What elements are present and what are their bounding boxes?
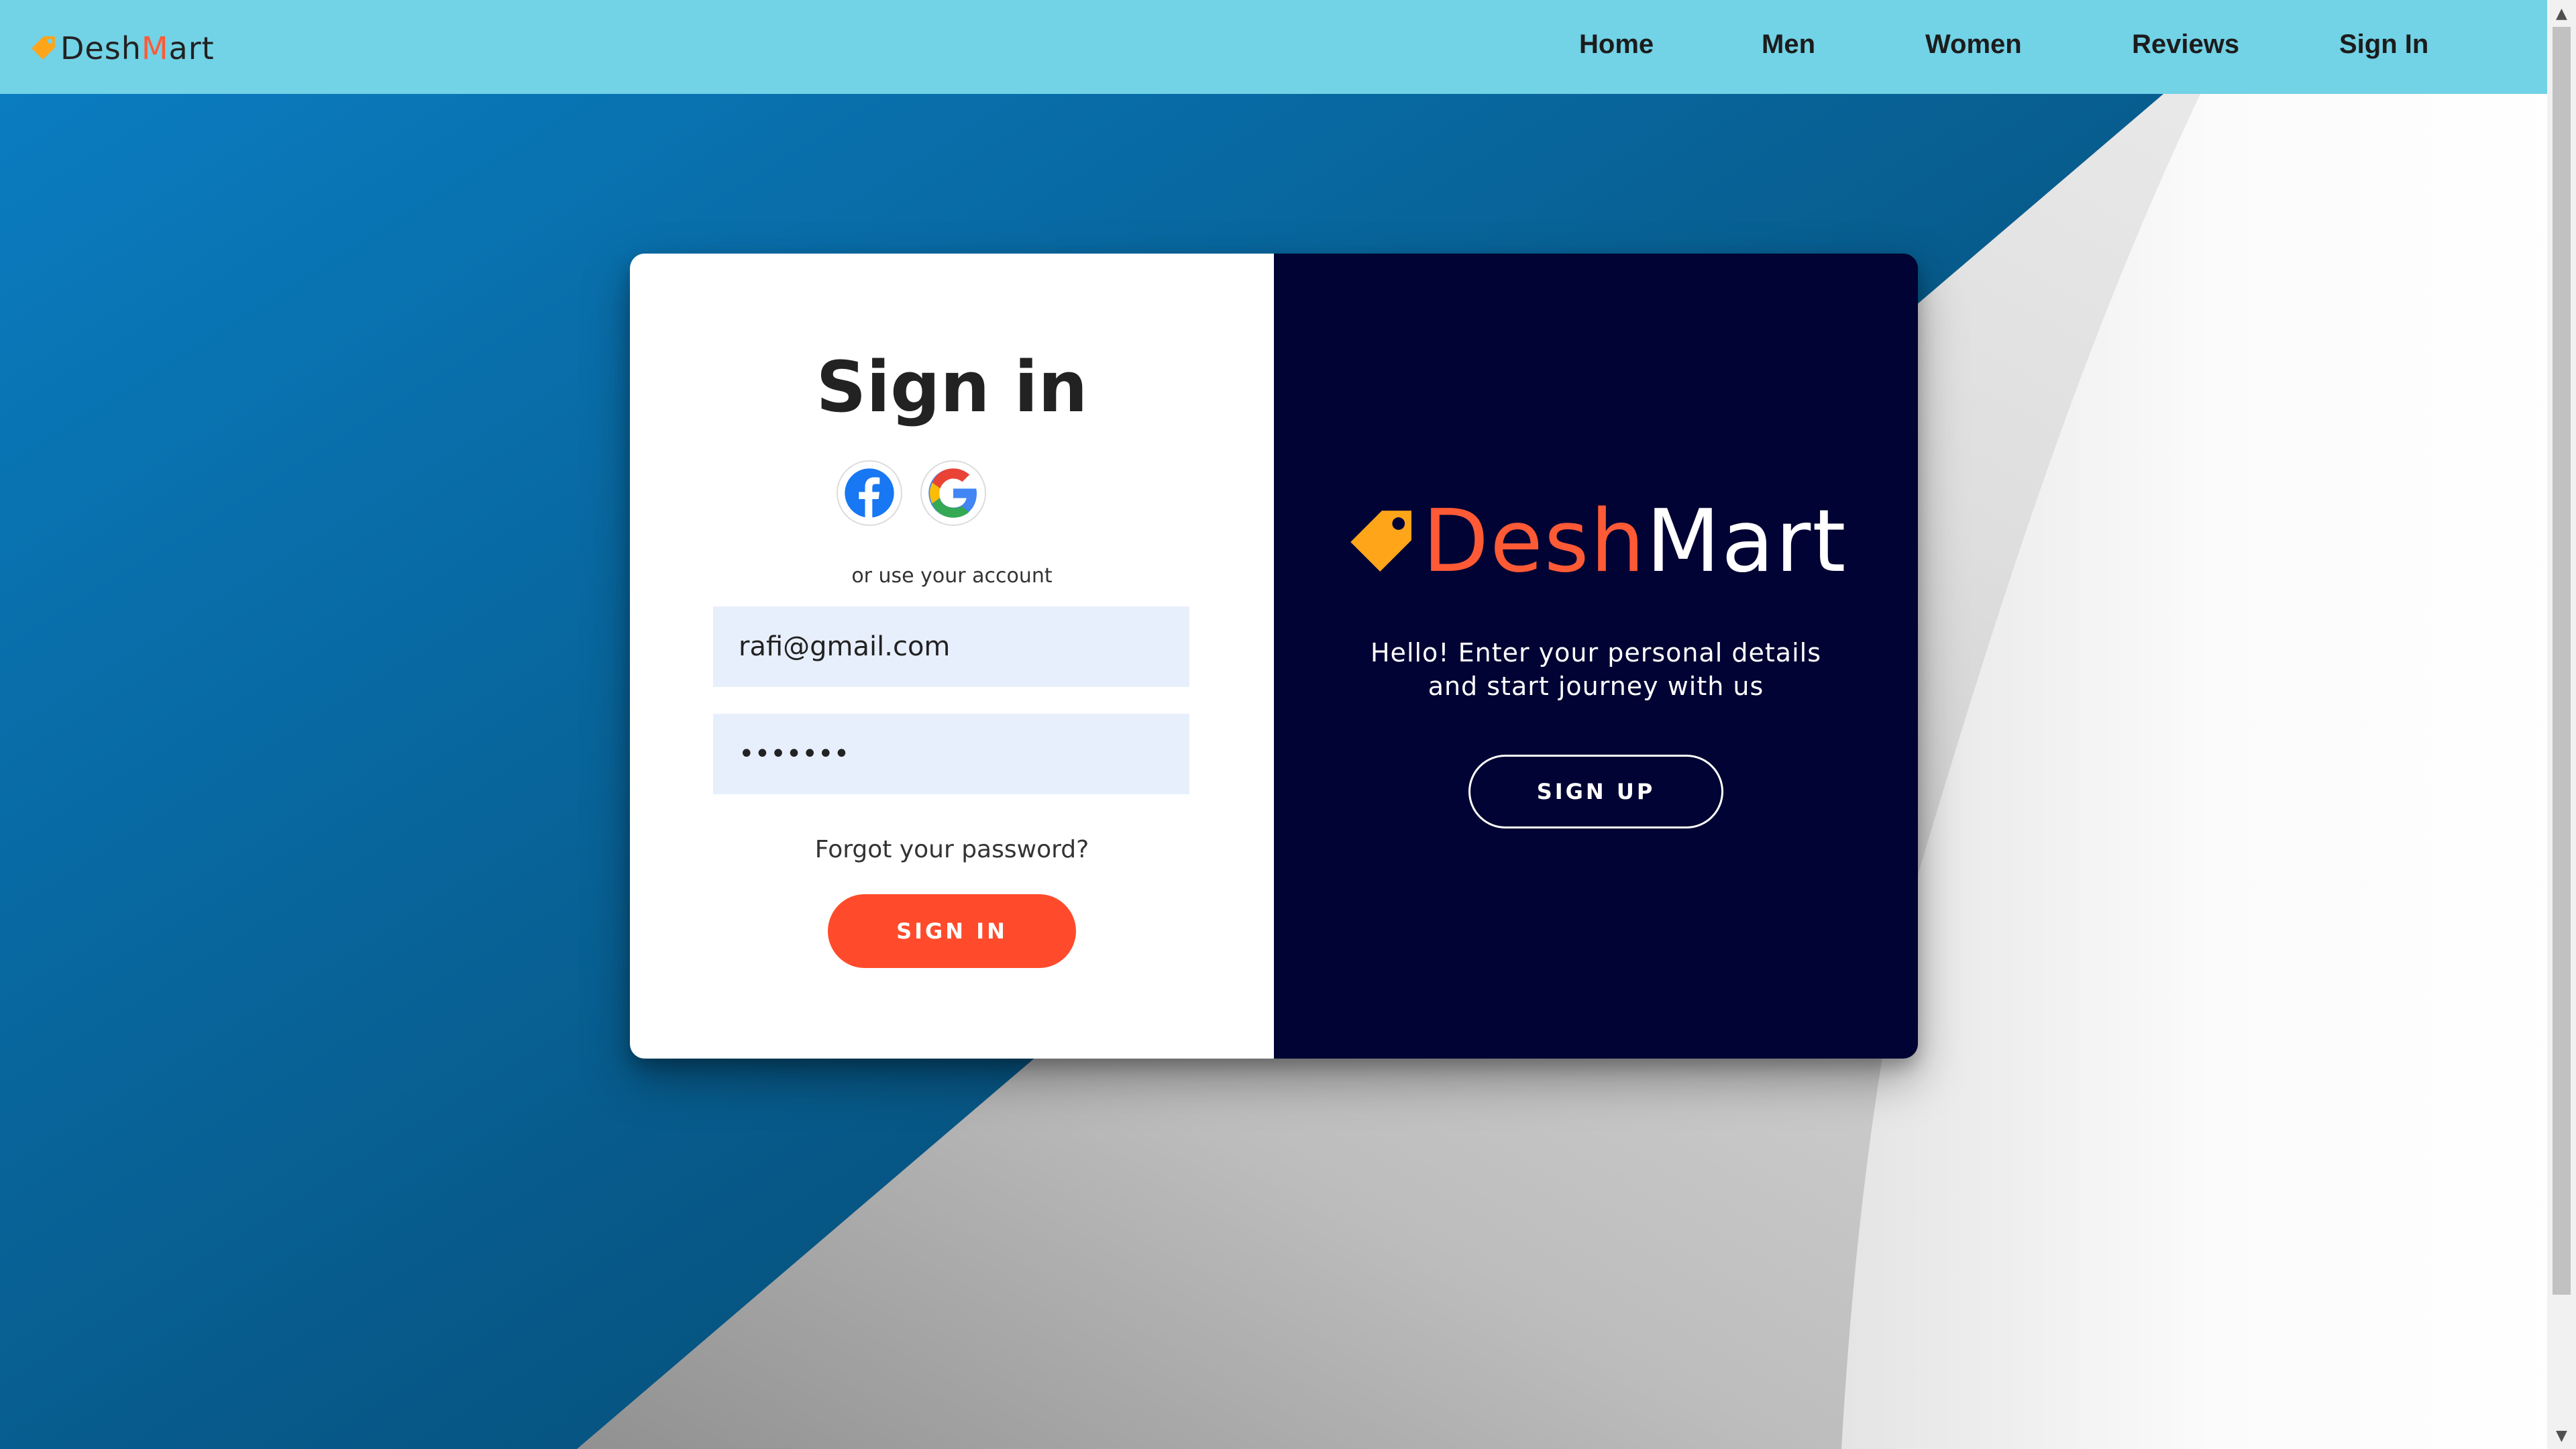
scroll-down-icon[interactable]: ▼ (2547, 1422, 2576, 1449)
welcome-tagline: Hello! Enter your personal details and s… (1370, 638, 1821, 701)
forgot-password-link[interactable]: Forgot your password? (630, 836, 1274, 863)
logo-text: DeshMart (60, 30, 215, 66)
sign-in-panel: Sign in or use your account Forgot your … (630, 254, 1274, 1059)
nav-sign-in[interactable]: Sign In (2339, 30, 2428, 60)
sign-in-button[interactable]: SIGN IN (828, 894, 1076, 968)
password-field[interactable] (713, 714, 1189, 794)
price-tag-icon (32, 36, 55, 60)
sign-in-title: Sign in (816, 346, 1088, 428)
sign-up-overlay-panel: DeshMart Hello! Enter your personal deta… (1274, 254, 1918, 1059)
facebook-button[interactable] (837, 460, 902, 526)
nav-men[interactable]: Men (1762, 30, 1815, 60)
nav-home[interactable]: Home (1579, 30, 1654, 60)
nav-reviews[interactable]: Reviews (2132, 30, 2239, 60)
email-field[interactable] (713, 606, 1189, 687)
scroll-up-icon[interactable]: ▲ (2547, 0, 2576, 27)
site-logo[interactable]: DeshMart (30, 30, 215, 67)
nav-women[interactable]: Women (1925, 30, 2022, 60)
google-icon (928, 468, 977, 518)
brand-logo: DeshMart (1274, 492, 1918, 592)
top-navbar: DeshMart Home Men Women Reviews Sign In (0, 0, 2547, 94)
facebook-icon (845, 468, 894, 518)
google-button[interactable] (920, 460, 986, 526)
vertical-scrollbar[interactable]: ▲ ▼ (2547, 0, 2576, 1449)
auth-card: Sign in or use your account Forgot your … (630, 254, 1918, 1059)
scrollbar-thumb[interactable] (2553, 27, 2571, 1295)
brand-text: DeshMart (1422, 492, 1847, 592)
price-tag-icon (1350, 510, 1411, 572)
or-use-account-text: or use your account (851, 564, 1053, 588)
sign-up-button[interactable]: SIGN UP (1468, 755, 1723, 828)
